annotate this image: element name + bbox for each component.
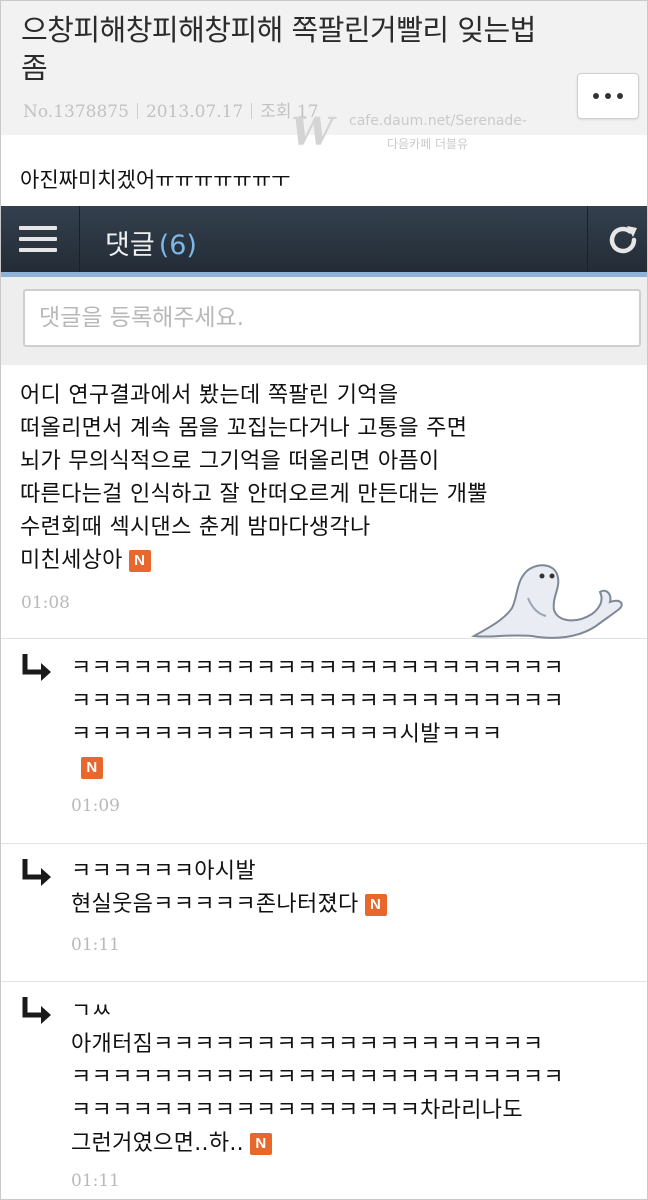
comment-time: 01:11 [71,1171,120,1191]
toolbar-divider [79,206,80,272]
comment-input[interactable] [23,289,641,347]
post-header: 으창피해창피해창피해 쪽팔린거빨리 잊는법좀 No.1378875 2013.07… [1,1,647,154]
comment-text: ㅋㅋㅋㅋㅋㅋㅋㅋㅋㅋㅋㅋㅋㅋㅋㅋㅋㅋㅋㅋㅋㅋㅋㅋ ㅋㅋㅋㅋㅋㅋㅋㅋㅋㅋㅋㅋㅋㅋㅋ… [71,652,564,784]
post-number: No.1378875 [23,102,129,122]
menu-icon[interactable] [19,226,57,252]
toolbar-divider [587,206,588,272]
dot [617,93,623,99]
comment-count: (6) [158,230,197,261]
dot [605,93,611,99]
post-body: 아진짜미치겠어ㅠㅠㅠㅠㅠㅠㅜ [20,168,291,192]
new-badge: N [128,550,151,572]
comment-time: 01:08 [21,593,70,613]
comment-body: ㅋㅋㅋㅋㅋㅋㅋㅋㅋㅋㅋㅋㅋㅋㅋㅋㅋㅋㅋㅋㅋㅋㅋㅋ ㅋㅋㅋㅋㅋㅋㅋㅋㅋㅋㅋㅋㅋㅋㅋ… [71,656,564,747]
comment-input-area [1,277,647,365]
comment-toolbar: 댓글 (6) [1,206,647,277]
comment-text: 어디 연구결과에서 봤는데 쪽팔린 기억을 떠올리면서 계속 몸을 꼬집는다거나… [20,379,488,577]
comment-body: ㅋㅋㅋㅋㅋㅋ아시발 현실웃음ㅋㅋㅋㅋㅋ존나터졌다 [71,859,359,917]
post-date: 2013.07.17 [145,102,244,122]
seal-emoticon [470,564,623,639]
comment-header: 댓글 (6) [105,223,197,262]
watermark-url: cafe.daum.net/Serenade- [349,113,527,129]
meta-divider [136,103,138,119]
reply-arrow-icon [22,654,51,681]
post-meta: No.1378875 2013.07.17 조회 17 [23,97,319,122]
comment-header-label: 댓글 [105,230,155,261]
dot [593,93,599,99]
comment-time: 01:09 [71,796,120,816]
reply-item: ㅋㅋㅋㅋㅋㅋㅋㅋㅋㅋㅋㅋㅋㅋㅋㅋㅋㅋㅋㅋㅋㅋㅋㅋ ㅋㅋㅋㅋㅋㅋㅋㅋㅋㅋㅋㅋㅋㅋㅋ… [1,638,647,844]
reply-arrow-icon [22,997,51,1024]
reply-item: ㄱㅆ 아개터짐ㅋㅋㅋㅋㅋㅋㅋㅋㅋㅋㅋㅋㅋㅋㅋㅋㅋㅋㅋ ㅋㅋㅋㅋㅋㅋㅋㅋㅋㅋㅋㅋㅋ… [1,981,647,1199]
refresh-icon[interactable] [605,222,641,258]
comment-text: ㄱㅆ 아개터짐ㅋㅋㅋㅋㅋㅋㅋㅋㅋㅋㅋㅋㅋㅋㅋㅋㅋㅋㅋ ㅋㅋㅋㅋㅋㅋㅋㅋㅋㅋㅋㅋㅋ… [71,995,564,1160]
comment-text: ㅋㅋㅋㅋㅋㅋ아시발 현실웃음ㅋㅋㅋㅋㅋ존나터졌다 N [71,855,387,921]
new-badge: N [81,757,103,779]
post-title: 으창피해창피해창피해 쪽팔린거빨리 잊는법좀 [21,13,536,85]
meta-divider [251,103,253,119]
watermark-subtitle: 다음카페 더블유 [387,137,469,151]
watermark-logo: W [291,109,334,154]
reply-item: ㅋㅋㅋㅋㅋㅋ아시발 현실웃음ㅋㅋㅋㅋㅋ존나터졌다 N 01:11 [1,843,647,982]
comment-time: 01:11 [71,935,120,955]
new-badge: N [364,894,387,916]
more-options-button[interactable] [577,73,639,119]
new-badge: N [249,1133,272,1155]
comment-body: 어디 연구결과에서 봤는데 쪽팔린 기억을 떠올리면서 계속 몸을 꼬집는다거나… [20,383,488,573]
reply-arrow-icon [22,859,51,886]
comment-body: ㄱㅆ 아개터짐ㅋㅋㅋㅋㅋㅋㅋㅋㅋㅋㅋㅋㅋㅋㅋㅋㅋㅋㅋ ㅋㅋㅋㅋㅋㅋㅋㅋㅋㅋㅋㅋㅋ… [71,999,564,1156]
